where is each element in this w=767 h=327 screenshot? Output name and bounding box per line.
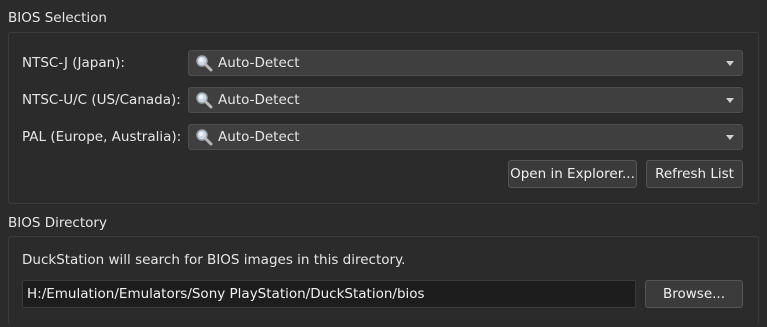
open-in-explorer-button[interactable]: Open in Explorer... — [508, 160, 637, 188]
chevron-down-icon — [726, 134, 734, 140]
bios-selection-title: BIOS Selection — [8, 10, 107, 26]
pal-bios-select[interactable]: Auto-Detect — [188, 124, 743, 150]
ntsc-uc-label: NTSC-U/C (US/Canada): — [22, 92, 181, 108]
magnifier-icon — [195, 128, 213, 146]
browse-button[interactable]: Browse... — [645, 280, 743, 308]
pal-label: PAL (Europe, Australia): — [22, 129, 182, 145]
chevron-down-icon — [726, 97, 734, 103]
chevron-down-icon — [726, 60, 734, 66]
refresh-list-button[interactable]: Refresh List — [646, 160, 743, 188]
bios-directory-description: DuckStation will search for BIOS images … — [22, 252, 406, 268]
magnifier-icon — [195, 54, 213, 72]
bios-directory-title: BIOS Directory — [8, 215, 107, 231]
bios-directory-path-field[interactable]: H:/Emulation/Emulators/Sony PlayStation/… — [22, 280, 636, 308]
ntsc-j-label: NTSC-J (Japan): — [22, 55, 125, 71]
ntsc-uc-bios-select[interactable]: Auto-Detect — [188, 87, 743, 113]
magnifier-icon — [195, 91, 213, 109]
pal-bios-value: Auto-Detect — [218, 129, 300, 145]
ntsc-j-bios-select[interactable]: Auto-Detect — [188, 50, 743, 76]
settings-panel: BIOS Selection NTSC-J (Japan): Auto-Dete… — [0, 0, 767, 327]
ntsc-j-bios-value: Auto-Detect — [218, 55, 300, 71]
ntsc-uc-bios-value: Auto-Detect — [218, 92, 300, 108]
